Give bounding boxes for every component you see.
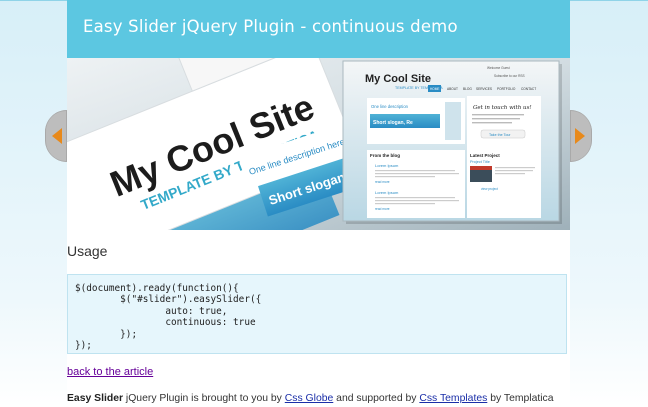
mini-read-more-1: read more (375, 180, 390, 184)
css-templates-link[interactable]: Css Templates (419, 393, 487, 404)
slider: My Cool Site TEMPLATE BY TEMPLATICA Shor… (67, 58, 570, 230)
mini-post-title-2: Lorem Ipsum (375, 190, 399, 195)
css-globe-link[interactable]: Css Globe (285, 393, 334, 404)
credits-text-3: by Templatica (487, 393, 554, 404)
mini-take-tour: Take the Tour (489, 133, 511, 137)
mini-post-title-1: Lorem Ipsum (375, 163, 399, 168)
arrow-right-icon (575, 128, 585, 144)
mini-slogan: Short slogan, Re (373, 120, 413, 126)
slide-image: My Cool Site TEMPLATE BY TEMPLATICA Shor… (67, 58, 570, 230)
mini-nav-contact: CONTACT (521, 87, 536, 91)
back-to-article-link[interactable]: back to the article (67, 366, 153, 378)
arrow-left-icon (52, 128, 62, 144)
mini-nav-services: SERVICES (476, 87, 492, 91)
credits-product: Easy Slider (67, 393, 124, 404)
credits-text-2: and supported by (333, 393, 420, 404)
next-slide-button[interactable] (570, 110, 592, 162)
mini-nav-about: ABOUT (447, 87, 458, 91)
usage-heading: Usage (67, 243, 108, 259)
mini-latest-project: Latest Project (470, 153, 500, 158)
prev-slide-button[interactable] (45, 110, 67, 162)
mini-top-link-rss: Subscribe to our RSS (494, 74, 525, 78)
mini-banner-heading: One line description (371, 104, 409, 109)
mini-read-more-2: read more (375, 207, 390, 211)
mini-top-link-welcome: Welcome Guest (487, 66, 510, 70)
page-container: Easy Slider jQuery Plugin - continuous d… (67, 0, 570, 407)
mini-site-title: My Cool Site (365, 73, 431, 85)
mini-nav-home: HOME (430, 87, 440, 91)
header: Easy Slider jQuery Plugin - continuous d… (67, 0, 570, 58)
mini-view-project: view project (481, 187, 498, 191)
mini-get-in-touch: Get in touch with us! (473, 105, 532, 111)
code-block: $(document).ready(function(){ $("#slider… (67, 274, 567, 354)
mini-nav-blog: BLOG (463, 87, 472, 91)
credits-text-1: jQuery Plugin is brought to you by (123, 393, 285, 404)
mini-project-title: Project Title (470, 160, 490, 164)
mini-site-screenshot: My Cool Site TEMPLATE BY TEMPLATICA Welc… (342, 60, 562, 224)
credits-line: Easy Slider jQuery Plugin is brought to … (67, 393, 554, 404)
mini-nav-portfolio: PORTFOLIO (497, 87, 516, 91)
page-title: Easy Slider jQuery Plugin - continuous d… (83, 17, 458, 36)
mini-from-blog: From the blog (370, 153, 400, 158)
